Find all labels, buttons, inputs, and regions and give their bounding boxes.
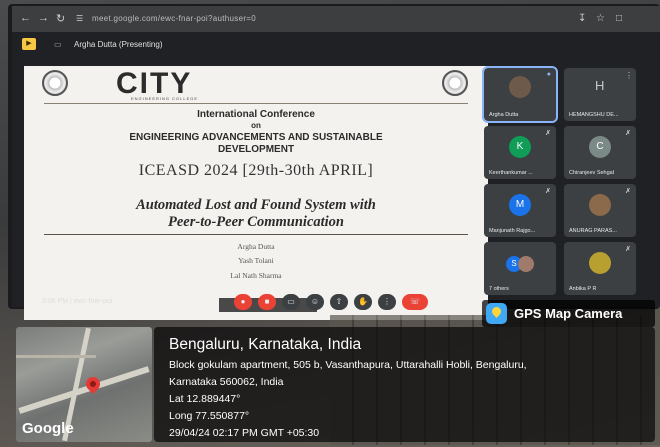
map-road xyxy=(16,355,96,358)
participant-tile[interactable]: ✗ Anbika P R xyxy=(564,242,636,295)
avatar: H xyxy=(595,78,605,93)
author-2: Yash Tolani xyxy=(238,256,274,265)
more-options-button[interactable]: ⋮ xyxy=(378,294,396,310)
mic-off-icon: ✗ xyxy=(625,188,631,195)
slide-divider-2 xyxy=(44,234,468,235)
college-emblem-icon xyxy=(42,70,68,96)
reload-icon[interactable]: ↻ xyxy=(56,12,65,25)
forward-icon[interactable]: → xyxy=(38,12,49,24)
mic-toggle-button[interactable]: ● xyxy=(234,294,252,310)
participant-tile[interactable]: ● Argha Dutta xyxy=(482,66,558,123)
participant-name: 7 others xyxy=(489,286,509,292)
participant-tile[interactable]: K ✗ Keerthankumar ... xyxy=(484,126,556,179)
gps-badge-label: GPS Map Camera xyxy=(514,306,623,321)
participant-name: Argha Dutta xyxy=(489,112,519,118)
avatar xyxy=(518,256,534,272)
avatar xyxy=(509,76,531,98)
participant-tile[interactable]: ✗ ANURAG PARAS... xyxy=(564,184,636,237)
location-map: Google xyxy=(16,327,152,442)
author-3: Lal Nath Sharma xyxy=(230,271,282,280)
reactions-button[interactable]: ☺ xyxy=(306,294,324,310)
gps-map-camera-badge: GPS Map Camera xyxy=(482,300,655,327)
address-bar[interactable]: meet.google.com/ewc-fnar-poi?authuser=0 xyxy=(92,14,256,23)
gps-timestamp: 29/04/24 02:17 PM GMT +05:30 xyxy=(169,427,320,439)
conference-line-1: International Conference xyxy=(197,109,315,120)
back-icon[interactable]: ← xyxy=(20,12,31,24)
participant-name: HEMANGSHU DE... xyxy=(569,112,619,118)
conference-line-4: DEVELOPMENT xyxy=(217,144,295,155)
present-icon: ▭ xyxy=(54,40,62,49)
bookmark-star-icon[interactable]: ☆ xyxy=(596,13,605,24)
shared-slide: CITY ENGINEERING COLLEGE International C… xyxy=(24,66,488,320)
gps-address-line-2: Karnataka 560062, India xyxy=(169,376,284,388)
camera-toggle-button[interactable]: ■ xyxy=(258,294,276,310)
participant-name: ANURAG PARAS... xyxy=(569,228,617,234)
map-brand: Google xyxy=(22,420,74,437)
extensions-icon[interactable]: □ xyxy=(616,13,622,24)
meeting-info: 3:06 PM | ewc-fnar-poi xyxy=(42,298,113,305)
participant-name: Manjunath Rajgo... xyxy=(489,228,536,234)
participant-tile-others[interactable]: S 7 others xyxy=(484,242,556,295)
conference-line-2: on xyxy=(251,121,261,130)
slide-divider xyxy=(44,103,468,104)
gps-map-camera-icon xyxy=(486,303,507,324)
gps-longitude: Long 77.550877° xyxy=(169,410,250,422)
download-icon[interactable]: ↧ xyxy=(578,13,586,24)
avatar: C xyxy=(589,136,611,158)
avatar xyxy=(589,194,611,216)
mic-off-icon: ✗ xyxy=(625,246,631,253)
participant-name: Chiranjeev Sehgal xyxy=(569,170,614,176)
college-subtitle: ENGINEERING COLLEGE xyxy=(131,96,199,101)
raise-hand-button[interactable]: ✋ xyxy=(354,294,372,310)
gps-info-panel: Bengaluru, Karnataka, India Block gokula… xyxy=(154,327,655,442)
participant-tile[interactable]: M ✗ Manjunath Rajgo... xyxy=(484,184,556,237)
present-button[interactable]: ⇧ xyxy=(330,294,348,310)
conference-emblem-icon xyxy=(442,70,468,96)
event-name: ICEASD 2024 [29th-30th APRIL] xyxy=(138,162,374,179)
more-options-icon[interactable]: ⋮ xyxy=(625,71,633,80)
author-1: Argha Dutta xyxy=(237,242,275,251)
participant-tile[interactable]: C ✗ Chiranjeev Sehgal xyxy=(564,126,636,179)
site-info-icon[interactable]: ☰ xyxy=(76,14,83,23)
captions-button[interactable]: ▭ xyxy=(282,294,300,310)
end-call-button[interactable]: ☏ xyxy=(402,294,428,310)
paper-title-line-2: Peer-to-Peer Communication xyxy=(168,214,344,230)
speaking-icon: ● xyxy=(546,71,551,78)
mic-off-icon: ✗ xyxy=(625,130,631,137)
participant-name: Anbika P R xyxy=(569,286,597,292)
google-meet-window: ▶ ▭ Argha Dutta (Presenting) CITY ENGINE… xyxy=(12,32,660,320)
browser-toolbar: ← → ↻ ☰ meet.google.com/ewc-fnar-poi?aut… xyxy=(12,6,660,32)
participant-name: Keerthankumar ... xyxy=(489,170,533,176)
mic-off-icon: ✗ xyxy=(545,188,551,195)
gps-address-line-1: Block gokulam apartment, 505 b, Vasantha… xyxy=(169,359,527,371)
avatar: K xyxy=(509,136,531,158)
gps-latitude: Lat 12.889447° xyxy=(169,393,241,405)
conference-line-3: ENGINEERING ADVANCEMENTS AND SUSTAINABLE xyxy=(129,132,383,143)
avatar xyxy=(589,252,611,274)
gps-city: Bengaluru, Karnataka, India xyxy=(169,336,362,353)
meet-logo-icon: ▶ xyxy=(22,38,36,50)
map-road xyxy=(18,366,150,414)
presenter-label: Argha Dutta (Presenting) xyxy=(74,40,163,49)
mic-off-icon: ✗ xyxy=(545,130,551,137)
avatar: M xyxy=(509,194,531,216)
paper-title-line-1: Automated Lost and Found System with xyxy=(136,197,376,213)
participant-tile[interactable]: H ⋮ HEMANGSHU DE... xyxy=(564,68,636,121)
